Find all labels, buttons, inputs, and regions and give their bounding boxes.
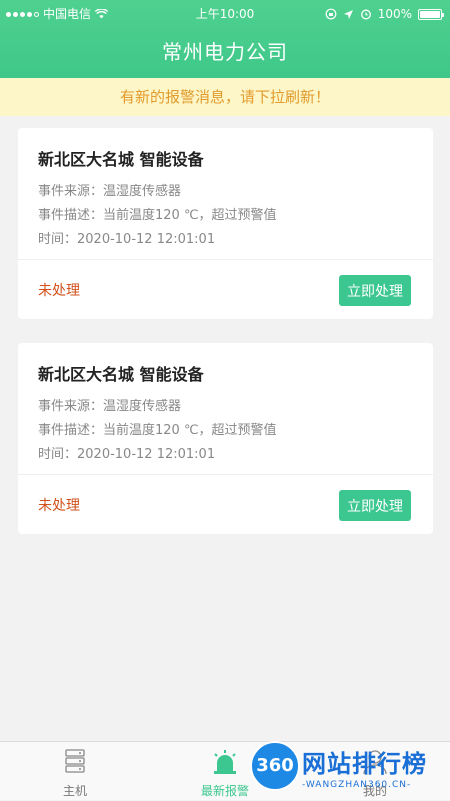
time-label: 时间：: [38, 447, 78, 462]
alarm-icon: [214, 750, 236, 774]
watermark-badge: 360: [250, 741, 300, 791]
tab-label: 主机: [62, 784, 87, 798]
source-value: 温湿度传感器: [103, 184, 182, 199]
status-bar: 中国电信 上午10:00 100%: [0, 0, 450, 28]
alarm-card[interactable]: 新北区大名城 智能设备 事件来源：温湿度传感器 事件描述：当前温度120 ℃，超…: [18, 343, 433, 534]
rotation-lock-icon: [325, 8, 337, 20]
tab-host[interactable]: 主机: [0, 742, 150, 801]
alarm-clock-icon: [360, 9, 371, 20]
watermark-logo: 360 网站排行榜 -WANGZHAN360.CN-: [240, 738, 450, 800]
desc-label: 事件描述：: [38, 423, 104, 438]
header: 中国电信 上午10:00 100% 常州电力公司: [0, 0, 450, 78]
source-label: 事件来源：: [38, 399, 104, 414]
desc-value: 当前温度120 ℃，超过预警值: [103, 423, 277, 438]
time-value: 2020-10-12 12:01:01: [77, 447, 216, 462]
alarm-time: 时间：2020-10-12 12:01:01: [38, 228, 413, 252]
alarm-card[interactable]: 新北区大名城 智能设备 事件来源：温湿度传感器 事件描述：当前温度120 ℃，超…: [18, 128, 433, 319]
battery-percent: 100%: [377, 7, 412, 21]
refresh-banner: 有新的报警消息，请下拉刷新！: [0, 78, 450, 116]
alarm-title: 新北区大名城 智能设备: [38, 365, 204, 384]
alarm-time: 时间：2020-10-12 12:01:01: [38, 443, 413, 467]
alarm-description: 事件描述：当前温度120 ℃，超过预警值: [38, 419, 413, 443]
alarm-card-footer: 未处理 立即处理: [18, 475, 433, 534]
location-icon: [343, 9, 353, 19]
status-badge: 未处理: [38, 283, 80, 299]
alarm-title: 新北区大名城 智能设备: [38, 150, 204, 169]
source-label: 事件来源：: [38, 184, 104, 199]
alarm-card-body: 新北区大名城 智能设备 事件来源：温湿度传感器 事件描述：当前温度120 ℃，超…: [18, 343, 433, 475]
time-value: 2020-10-12 12:01:01: [77, 232, 216, 247]
battery-icon: [418, 8, 444, 20]
desc-value: 当前温度120 ℃，超过预警值: [103, 208, 277, 223]
desc-label: 事件描述：: [38, 208, 104, 223]
watermark-subtext: -WANGZHAN360.CN-: [302, 780, 412, 790]
alarm-card-footer: 未处理 立即处理: [18, 260, 433, 319]
handle-now-button[interactable]: 立即处理: [339, 490, 411, 521]
alarm-card-body: 新北区大名城 智能设备 事件来源：温湿度传感器 事件描述：当前温度120 ℃，超…: [18, 128, 433, 260]
source-value: 温湿度传感器: [103, 399, 182, 414]
alarm-source: 事件来源：温湿度传感器: [38, 395, 413, 419]
handle-now-button[interactable]: 立即处理: [339, 275, 411, 306]
time-label: 时间：: [38, 232, 78, 247]
status-badge: 未处理: [38, 498, 80, 514]
alarm-source: 事件来源：温湿度传感器: [38, 180, 413, 204]
watermark-text: 网站排行榜: [302, 750, 427, 778]
page-title: 常州电力公司: [162, 40, 288, 64]
server-icon: [65, 749, 85, 773]
alarm-description: 事件描述：当前温度120 ℃，超过预警值: [38, 204, 413, 228]
